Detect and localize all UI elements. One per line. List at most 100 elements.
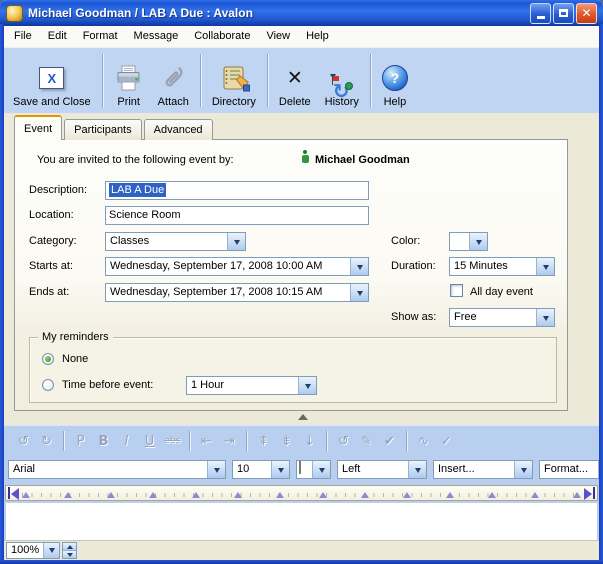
close-button[interactable]: ✕ — [576, 3, 597, 24]
chevron-down-icon — [312, 461, 330, 478]
ruler[interactable] — [5, 485, 598, 501]
zoom-control[interactable]: 100% — [6, 542, 60, 559]
close-icon: ✕ — [581, 7, 591, 19]
category-label: Category: — [29, 235, 77, 247]
chevron-down-icon — [350, 284, 368, 301]
tabstop-marker[interactable] — [276, 492, 284, 498]
tabstop-marker[interactable] — [531, 492, 539, 498]
tab-advanced[interactable]: Advanced — [144, 119, 213, 140]
starts-at-select[interactable]: Wednesday, September 17, 2008 10:00 AM — [105, 257, 369, 276]
splitter-grip-icon — [298, 414, 308, 420]
approve-edit-icon[interactable]: ✔ — [378, 434, 401, 449]
spinner-down-button[interactable] — [63, 550, 76, 558]
tab-event[interactable]: Event — [14, 115, 62, 140]
spacing-above-icon[interactable]: ⇞ — [252, 434, 275, 449]
pen-edit-icon[interactable]: ✎ — [355, 434, 378, 449]
menu-item-edit[interactable]: Edit — [40, 26, 75, 47]
delete-x-icon: ✕ — [287, 67, 303, 89]
category-select[interactable]: Classes — [105, 232, 246, 251]
redo-icon[interactable]: ↻ — [35, 434, 58, 449]
color-select[interactable] — [449, 232, 488, 251]
print-button[interactable]: Print — [107, 50, 151, 111]
tabstop-marker[interactable] — [234, 492, 242, 498]
tabstop-marker[interactable] — [64, 492, 72, 498]
starts-at-label: Starts at: — [29, 260, 73, 272]
menu-item-collaborate[interactable]: Collaborate — [186, 26, 258, 47]
menu-item-help[interactable]: Help — [298, 26, 337, 47]
chevron-down-icon — [350, 258, 368, 275]
tabstop-marker[interactable] — [22, 492, 30, 498]
format-select[interactable]: Format... — [539, 460, 599, 479]
tabstop-marker[interactable] — [107, 492, 115, 498]
undo-icon[interactable]: ↺ — [12, 434, 35, 449]
revert-icon[interactable]: ↺ — [332, 434, 355, 449]
save-and-close-icon: X — [39, 67, 64, 89]
bold-icon[interactable]: B — [92, 434, 115, 449]
tabstop-marker[interactable] — [319, 492, 327, 498]
tabstop-marker[interactable] — [403, 492, 411, 498]
outdent-icon[interactable]: ⇤ — [195, 434, 218, 449]
move-down-icon[interactable]: ↓ — [298, 434, 321, 449]
ruler-tabstops — [22, 486, 581, 498]
minimize-icon — [537, 16, 545, 19]
spinner-up-button[interactable] — [63, 543, 76, 550]
font-size-select[interactable]: 10 — [232, 460, 290, 479]
tabstop-marker[interactable] — [446, 492, 454, 498]
tabstop-marker[interactable] — [192, 492, 200, 498]
help-button[interactable]: ? Help — [375, 50, 415, 111]
description-input[interactable]: LAB A Due — [105, 181, 369, 200]
reminder-time-select[interactable]: 1 Hour — [186, 376, 317, 395]
signature-icon[interactable]: ∿ — [412, 434, 435, 449]
attach-button[interactable]: Attach — [151, 50, 196, 111]
show-as-select[interactable]: Free — [449, 308, 555, 327]
strikethrough-icon[interactable]: abc — [161, 436, 184, 446]
right-margin-marker[interactable] — [584, 487, 596, 499]
all-day-checkbox[interactable] — [450, 284, 463, 297]
font-family-select[interactable]: Arial — [8, 460, 226, 479]
formatting-toolbar: ↺ ↻ P B I U abc ⇤ ⇥ ⇞ ⇟ ↓ ↺ ✎ ✔ ∿ ✓ — [4, 425, 599, 456]
chevron-down-icon — [514, 461, 532, 478]
indent-icon[interactable]: ⇥ — [218, 434, 241, 449]
minimize-button[interactable] — [530, 3, 551, 24]
align-select[interactable]: Left — [337, 460, 427, 479]
duration-label: Duration: — [391, 260, 436, 272]
zoom-dropdown-button[interactable] — [43, 543, 59, 558]
reminder-none-radio[interactable] — [42, 353, 54, 365]
chevron-down-icon — [49, 548, 55, 556]
tabstop-marker[interactable] — [149, 492, 157, 498]
menu-item-view[interactable]: View — [258, 26, 298, 47]
menu-item-format[interactable]: Format — [75, 26, 126, 47]
window-title: Michael Goodman / LAB A Due : Avalon — [28, 6, 530, 20]
save-and-close-button[interactable]: X Save and Close — [6, 50, 98, 111]
toolbar-separator — [267, 54, 268, 107]
underline-icon[interactable]: U — [138, 434, 161, 449]
spacing-below-icon[interactable]: ⇟ — [275, 434, 298, 449]
directory-button[interactable]: Directory — [205, 50, 263, 111]
reminder-time-radio[interactable] — [42, 379, 54, 391]
toolbar-separator — [102, 54, 103, 107]
history-button[interactable]: ↻ History — [318, 50, 366, 111]
location-input[interactable]: Science Room — [105, 206, 369, 225]
format-separator — [406, 431, 407, 451]
italic-icon[interactable]: I — [115, 434, 138, 449]
menu-item-file[interactable]: File — [6, 26, 40, 47]
font-color-select[interactable] — [296, 460, 331, 479]
duration-select[interactable]: 15 Minutes — [449, 257, 555, 276]
organizer-name: Michael Goodman — [315, 154, 410, 166]
left-margin-marker[interactable] — [7, 487, 19, 499]
spell-check-icon[interactable]: ✓ — [435, 434, 458, 449]
plain-text-icon[interactable]: P — [69, 434, 92, 449]
tab-participants[interactable]: Participants — [64, 119, 141, 140]
delete-button[interactable]: ✕ Delete — [272, 50, 318, 111]
maximize-button[interactable] — [553, 3, 574, 24]
message-editor — [4, 484, 599, 540]
tabstop-marker[interactable] — [573, 492, 581, 498]
menu-item-message[interactable]: Message — [126, 26, 187, 47]
insert-select[interactable]: Insert... — [433, 460, 533, 479]
pane-splitter[interactable] — [4, 411, 599, 425]
message-body[interactable] — [6, 503, 597, 540]
ends-at-select[interactable]: Wednesday, September 17, 2008 10:15 AM — [105, 283, 369, 302]
tabstop-marker[interactable] — [361, 492, 369, 498]
chevron-down-icon — [536, 258, 554, 275]
tabstop-marker[interactable] — [488, 492, 496, 498]
